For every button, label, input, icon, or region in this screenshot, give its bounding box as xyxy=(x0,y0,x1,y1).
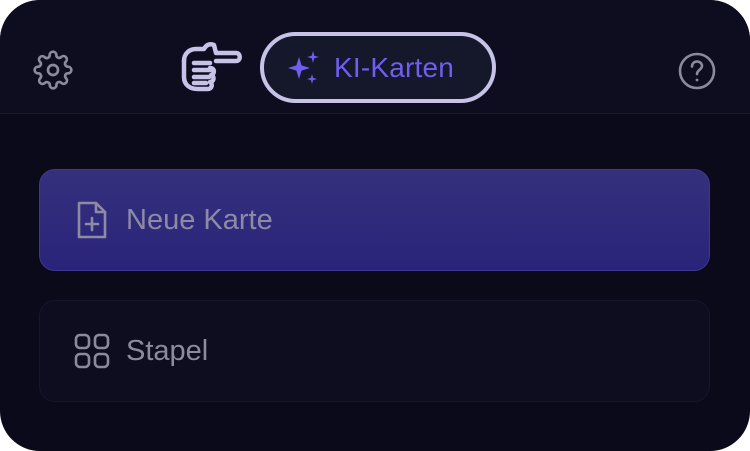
question-circle-icon xyxy=(678,52,716,90)
app-panel: KI-Karten Neue Karte Stapel xyxy=(0,0,750,451)
help-button[interactable] xyxy=(675,49,719,93)
ai-cards-label: KI-Karten xyxy=(334,51,455,83)
grid-icon xyxy=(72,329,112,373)
deck-button[interactable]: Stapel xyxy=(39,300,710,402)
gear-icon xyxy=(33,50,73,90)
new-card-button[interactable]: Neue Karte xyxy=(39,169,710,271)
settings-button[interactable] xyxy=(32,49,74,91)
ai-cards-button[interactable]: KI-Karten xyxy=(260,32,496,103)
new-card-label: Neue Karte xyxy=(126,203,273,236)
deck-label: Stapel xyxy=(126,334,209,367)
sparkles-icon xyxy=(284,49,322,87)
top-bar: KI-Karten xyxy=(0,0,750,114)
new-file-icon xyxy=(72,198,112,242)
pointing-hand-icon xyxy=(180,39,244,95)
